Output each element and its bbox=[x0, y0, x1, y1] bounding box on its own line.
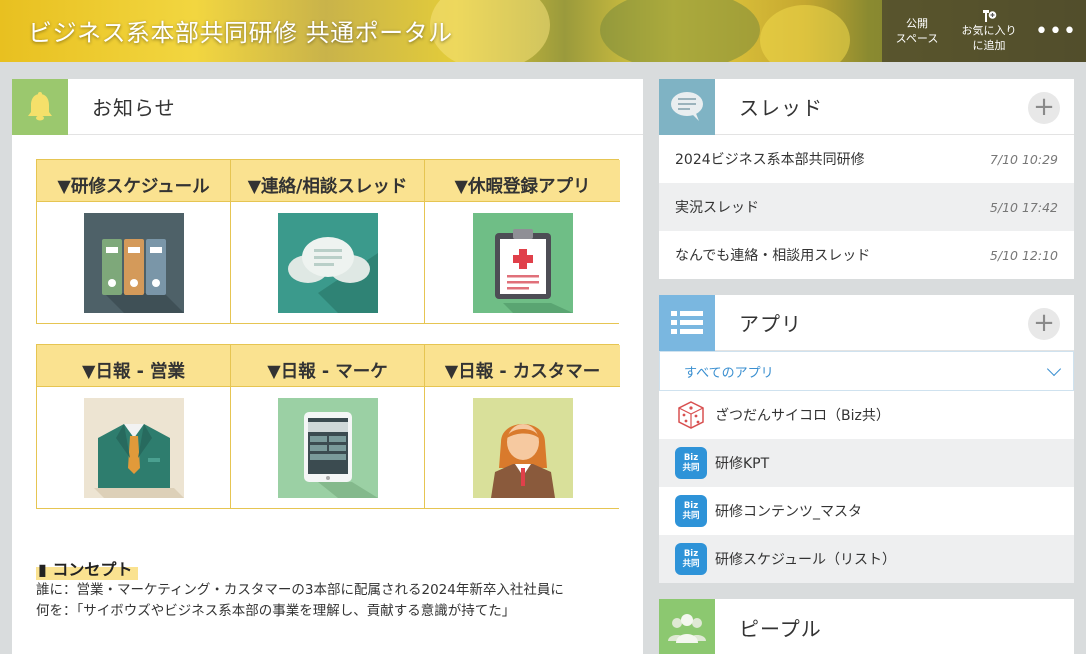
chevron-down-icon bbox=[1046, 361, 1062, 377]
table-header-customer-report: ▼日報 - カスタマー bbox=[425, 345, 620, 387]
table-cell bbox=[37, 387, 231, 508]
app-name: 研修KPT bbox=[715, 456, 770, 472]
header-decoration bbox=[760, 5, 850, 62]
app-list-icon bbox=[659, 294, 715, 351]
clipboard-icon[interactable] bbox=[472, 212, 573, 313]
biz-badge-text: 共同 bbox=[682, 511, 700, 521]
table-header-vacation: ▼休暇登録アプリ bbox=[425, 160, 620, 202]
dice-icon bbox=[678, 401, 704, 429]
concept-goal-text: 何を：「サイボウズやビジネス系本部の事業を理解し、貢献する意識が持てた」 bbox=[36, 603, 516, 619]
table-cell bbox=[425, 387, 620, 508]
binders-icon[interactable] bbox=[83, 212, 184, 313]
thread-name: 2024ビジネス系本部共同研修 bbox=[675, 152, 865, 168]
app-header: アプリ + bbox=[659, 294, 1074, 351]
pin-add-icon bbox=[983, 10, 997, 22]
table-cell bbox=[231, 202, 425, 323]
thread-panel: スレッド + 2024ビジネス系本部共同研修 7/10 10:29 実況スレッド… bbox=[659, 78, 1074, 279]
public-space-label-1: 公開 bbox=[906, 17, 928, 30]
thread-name: 実況スレッド bbox=[675, 200, 759, 216]
app-item[interactable]: Biz 共同 研修スケジュール（リスト） bbox=[659, 535, 1074, 583]
notice-header: お知らせ bbox=[12, 78, 643, 135]
chat-bubbles-icon[interactable] bbox=[277, 212, 378, 313]
notice-link-table-1: ▼研修スケジュール ▼連絡/相談スレッド ▼休暇登録アプリ bbox=[36, 159, 620, 324]
speech-bubble-icon bbox=[659, 78, 715, 135]
biz-badge-text: Biz bbox=[683, 501, 699, 511]
more-menu-button[interactable]: ••• bbox=[1026, 0, 1086, 62]
notice-link-table-2: ▼日報 - 営業 ▼日報 - マーケ ▼日報 - カスタマー bbox=[36, 344, 620, 509]
biz-icon: Biz 共同 bbox=[675, 495, 707, 527]
add-favorite-button[interactable]: お気に入り に追加 bbox=[952, 0, 1026, 62]
favorite-label-1: お気に入り bbox=[961, 24, 1017, 37]
biz-badge-text: 共同 bbox=[682, 463, 700, 473]
table-header-marketing-report: ▼日報 - マーケ bbox=[231, 345, 425, 387]
app-filter-label: すべてのアプリ bbox=[684, 365, 774, 381]
table-cell bbox=[425, 202, 620, 323]
biz-badge-text: 共同 bbox=[682, 559, 700, 569]
header-actions: 公開 スペース お気に入り に追加 ••• bbox=[882, 0, 1086, 62]
suit-icon[interactable] bbox=[83, 397, 184, 498]
people-header: ピープル bbox=[659, 599, 1074, 654]
portal-header: ビジネス系本部共同研修 共通ポータル 公開 スペース お気に入り に追加 ••• bbox=[0, 0, 1086, 62]
tablet-icon[interactable] bbox=[277, 397, 378, 498]
app-name: ざつだんサイコロ（Biz共） bbox=[715, 408, 890, 424]
thread-item[interactable]: 2024ビジネス系本部共同研修 7/10 10:29 bbox=[659, 135, 1074, 183]
people-icon bbox=[659, 599, 715, 654]
favorite-label-2: に追加 bbox=[972, 39, 1006, 52]
app-filter-dropdown[interactable]: すべてのアプリ bbox=[659, 351, 1074, 391]
people-panel: ピープル bbox=[659, 599, 1074, 654]
notice-title: お知らせ bbox=[92, 96, 176, 120]
table-cell bbox=[231, 387, 425, 508]
add-thread-button[interactable]: + bbox=[1028, 92, 1060, 124]
thread-item[interactable]: なんでも連絡・相談用スレッド 5/10 12:10 bbox=[659, 231, 1074, 279]
table-cell bbox=[37, 202, 231, 323]
thread-date: 7/10 10:29 bbox=[989, 151, 1058, 167]
thread-title: スレッド bbox=[739, 96, 823, 120]
biz-icon: Biz 共同 bbox=[675, 447, 707, 479]
thread-name: なんでも連絡・相談用スレッド bbox=[675, 248, 871, 264]
public-space-label-2: スペース bbox=[895, 32, 939, 45]
app-item[interactable]: ざつだんサイコロ（Biz共） bbox=[659, 391, 1074, 439]
app-item[interactable]: Biz 共同 研修コンテンツ_マスタ bbox=[659, 487, 1074, 535]
add-app-button[interactable]: + bbox=[1028, 308, 1060, 340]
page-title: ビジネス系本部共同研修 共通ポータル bbox=[28, 19, 453, 47]
app-name: 研修スケジュール（リスト） bbox=[715, 552, 897, 568]
thread-header: スレッド + bbox=[659, 78, 1074, 135]
table-header-schedule: ▼研修スケジュール bbox=[37, 160, 231, 202]
thread-date: 5/10 17:42 bbox=[989, 199, 1058, 215]
thread-item[interactable]: 実況スレッド 5/10 17:42 bbox=[659, 183, 1074, 231]
biz-badge-text: Biz bbox=[683, 453, 699, 463]
woman-icon[interactable] bbox=[472, 397, 573, 498]
notice-panel: お知らせ ▼研修スケジュール ▼連絡/相談スレッド ▼休暇登録アプリ ▼日報 -… bbox=[12, 78, 643, 654]
app-item[interactable]: Biz 共同 研修KPT bbox=[659, 439, 1074, 487]
concept-heading: ▮ コンセプト bbox=[36, 556, 139, 580]
app-panel: アプリ + すべてのアプリ ざつだんサイコロ（Biz共） Biz 共同 研修KPT… bbox=[659, 294, 1074, 583]
app-title: アプリ bbox=[739, 312, 802, 336]
header-decoration bbox=[600, 0, 760, 62]
table-header-thread: ▼連絡/相談スレッド bbox=[231, 160, 425, 202]
public-space-button[interactable]: 公開 スペース bbox=[882, 0, 952, 62]
people-title: ピープル bbox=[739, 616, 822, 641]
concept-target-text: 誰に：営業・マーケティング・カスタマーの3本部に配属される2024年新卒入社社員… bbox=[36, 582, 564, 598]
biz-icon: Biz 共同 bbox=[675, 543, 707, 575]
app-name: 研修コンテンツ_マスタ bbox=[715, 504, 862, 520]
thread-date: 5/10 12:10 bbox=[989, 247, 1058, 263]
bell-icon bbox=[12, 78, 68, 135]
table-header-sales-report: ▼日報 - 営業 bbox=[37, 345, 231, 387]
biz-badge-text: Biz bbox=[683, 549, 699, 559]
